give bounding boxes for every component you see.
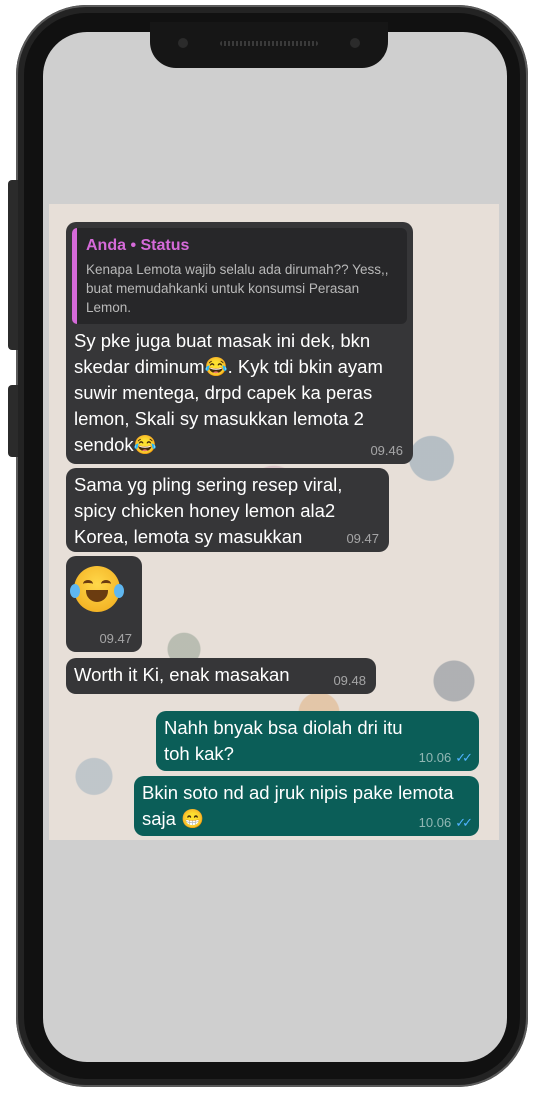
notch [150,22,388,68]
quote-title: Anda • Status [86,237,190,254]
message-time: 09.46 [370,443,403,458]
chat-screenshot: Anda • Status Kenapa Lemota wajib selalu… [49,204,499,840]
message-bubble-incoming[interactable]: Worth it Ki, enak masakan 09.48 [66,658,376,694]
message-text: Nahh bnyak bsa diolah dri itu toh kak? [164,717,403,764]
message-bubble-outgoing[interactable]: Nahh bnyak bsa diolah dri itu toh kak? 1… [156,711,479,771]
message-time: 09.47 [346,531,379,546]
message-time: 10.06 ✓✓ [418,815,473,830]
message-bubble-incoming[interactable]: Sama yg pling sering resep viral, spicy … [66,468,389,552]
read-receipt-icon: ✓✓ [455,750,473,765]
message-time: 10.06 ✓✓ [418,750,473,765]
quote-text: Kenapa Lemota wajib selalu ada dirumah??… [86,262,389,315]
message-time: 09.48 [333,673,366,688]
camera-icon [178,38,188,48]
volume-button [8,385,18,457]
quoted-status-reply[interactable]: Anda • Status Kenapa Lemota wajib selalu… [72,228,407,324]
message-bubble-incoming[interactable]: 09.47 [66,556,142,652]
sensor-icon [350,38,360,48]
face-with-tears-of-joy-icon [70,566,124,612]
message-bubble-outgoing[interactable]: Bkin soto nd ad jruk nipis pake lemota s… [134,776,479,836]
message-time: 09.47 [99,631,132,646]
message-bubble-incoming[interactable]: Anda • Status Kenapa Lemota wajib selalu… [66,222,413,464]
silent-switch [8,180,18,350]
message-text: Worth it Ki, enak masakan [74,664,290,685]
speaker-grille [220,41,318,46]
message-text: Sy pke juga buat masak ini dek, bkn sked… [74,330,383,455]
message-text: Sama yg pling sering resep viral, spicy … [74,474,343,547]
read-receipt-icon: ✓✓ [455,815,473,830]
